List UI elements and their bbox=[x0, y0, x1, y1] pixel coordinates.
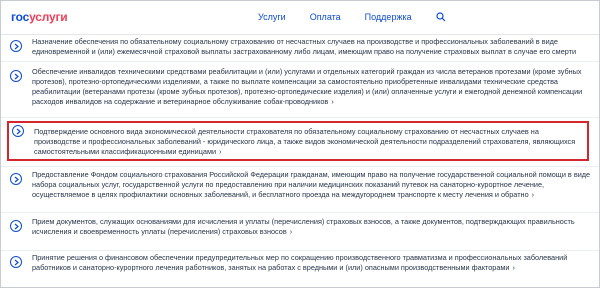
page-frame: госуслуги Услуги Оплата Поддержка Назнач… bbox=[0, 0, 600, 288]
chevron-right-icon[interactable] bbox=[10, 173, 22, 185]
item-title[interactable]: Принятие решения о финансовом обеспечени… bbox=[32, 253, 567, 272]
more-chevron-icon[interactable]: › bbox=[331, 97, 333, 106]
more-chevron-icon[interactable]: › bbox=[513, 263, 515, 272]
more-chevron-icon[interactable]: › bbox=[219, 147, 221, 156]
list-item[interactable]: Предоставление Фондом социального страхо… bbox=[5, 170, 597, 212]
more-chevron-icon[interactable]: › bbox=[290, 227, 292, 236]
chevron-right-icon[interactable] bbox=[10, 70, 22, 82]
nav-payment[interactable]: Оплата bbox=[310, 12, 341, 22]
search-icon[interactable] bbox=[436, 12, 446, 22]
item-title[interactable]: Назначение обеспечения по обязательному … bbox=[32, 37, 576, 56]
chevron-right-icon[interactable] bbox=[10, 220, 22, 232]
list-item-text: Подтверждение основного вида экономическ… bbox=[34, 127, 582, 157]
list-item[interactable]: Назначение обеспечения по обязательному … bbox=[5, 37, 597, 57]
list-item-text: Прием документов, служащих основаниями д… bbox=[32, 217, 592, 237]
list-item[interactable]: Принятие решения о финансовом обеспечени… bbox=[5, 253, 597, 283]
divider bbox=[1, 250, 599, 251]
chevron-right-icon[interactable] bbox=[10, 256, 22, 268]
gosuslugi-logo[interactable]: госуслуги bbox=[11, 10, 68, 24]
list-item[interactable]: Прием документов, служащих основаниями д… bbox=[5, 217, 597, 247]
list-item-text: Предоставление Фондом социального страхо… bbox=[32, 170, 592, 200]
item-title[interactable]: Подтверждение основного вида экономическ… bbox=[34, 127, 575, 156]
logo-part-uslugi: услуги bbox=[29, 10, 68, 24]
logo-part-gos: гос bbox=[11, 10, 30, 24]
nav-support[interactable]: Поддержка bbox=[365, 12, 412, 22]
more-chevron-icon[interactable]: › bbox=[532, 190, 534, 199]
item-title[interactable]: Обеспечение инвалидов техническими средс… bbox=[32, 67, 582, 106]
top-nav: Услуги Оплата Поддержка bbox=[258, 12, 446, 22]
divider bbox=[1, 166, 599, 167]
chevron-right-icon[interactable] bbox=[10, 40, 22, 52]
nav-services[interactable]: Услуги bbox=[258, 12, 286, 22]
divider bbox=[1, 61, 599, 62]
list-item[interactable]: Обеспечение инвалидов техническими средс… bbox=[5, 67, 597, 117]
divider bbox=[1, 117, 599, 118]
item-title[interactable]: Предоставление Фондом социального страхо… bbox=[32, 170, 590, 199]
site-header: госуслуги Услуги Оплата Поддержка bbox=[1, 1, 599, 35]
list-item-text: Принятие решения о финансовом обеспечени… bbox=[32, 253, 592, 273]
list-item-text: Обеспечение инвалидов техническими средс… bbox=[32, 67, 592, 107]
list-item-text: Назначение обеспечения по обязательному … bbox=[32, 37, 592, 57]
divider bbox=[1, 212, 599, 213]
list-item-highlighted[interactable]: Подтверждение основного вида экономическ… bbox=[7, 121, 589, 161]
item-title[interactable]: Прием документов, служащих основаниями д… bbox=[32, 217, 575, 236]
chevron-right-icon[interactable] bbox=[12, 125, 24, 137]
